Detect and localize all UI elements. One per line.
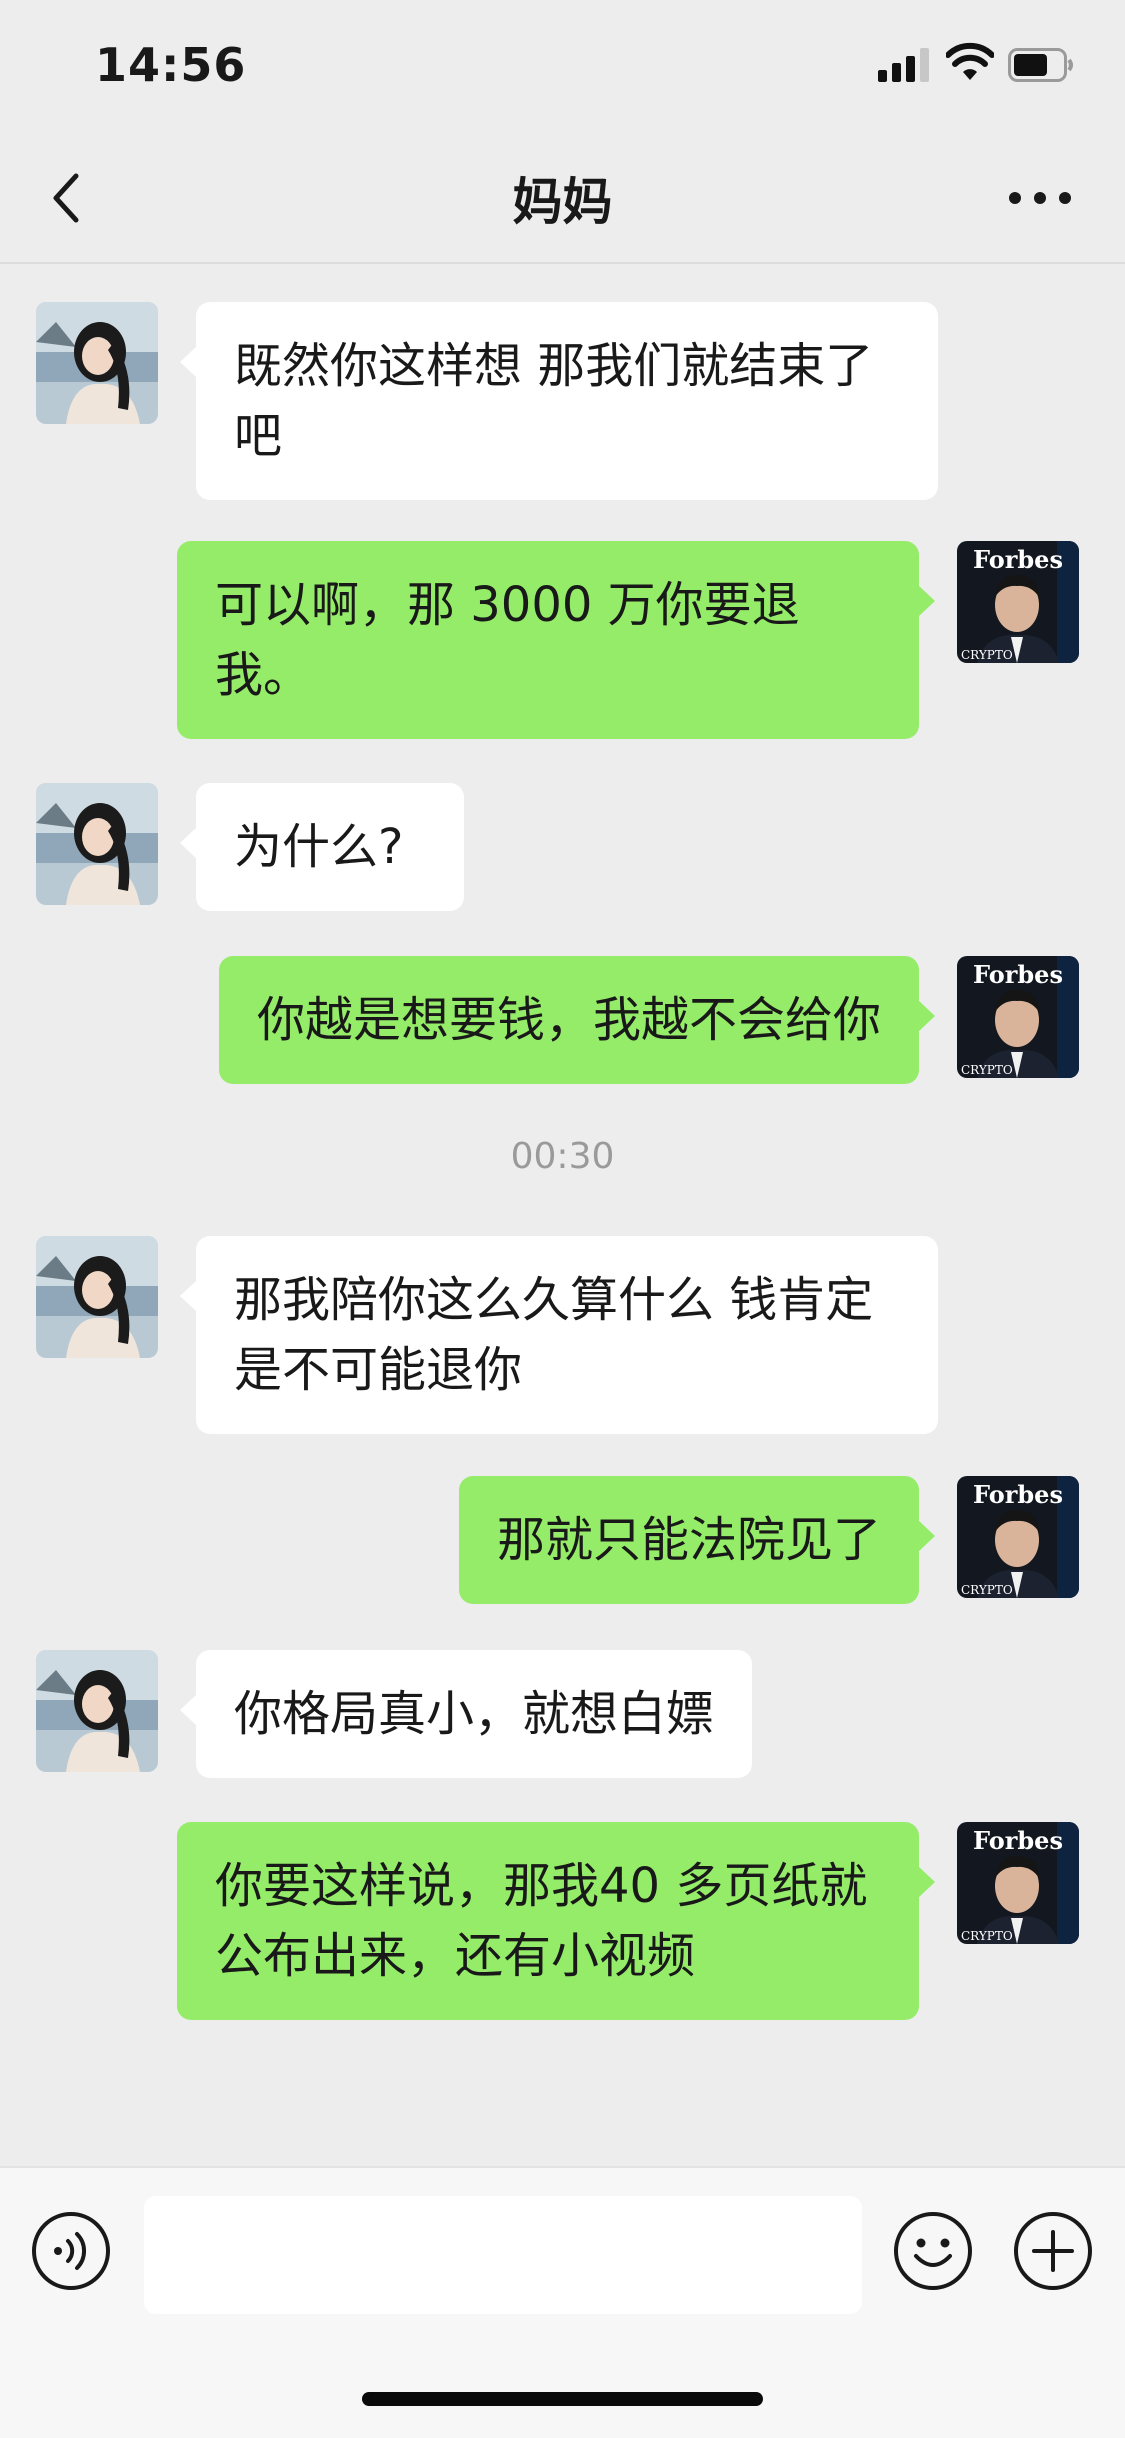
status-bar: 14:56	[0, 0, 1125, 132]
cover-subtitle: CRYPTO	[961, 1063, 1013, 1077]
message-bubble-incoming[interactable]: 为什么?	[180, 783, 464, 911]
status-time: 14:56	[95, 38, 247, 92]
cover-subtitle: CRYPTO	[961, 1583, 1013, 1597]
self-avatar[interactable]: Forbes CRYPTO	[957, 1822, 1079, 1944]
message-bubble-outgoing[interactable]: 可以啊，那 3000 万你要退我。	[177, 541, 935, 739]
chat-title: 妈妈	[512, 173, 613, 231]
message-bubble-outgoing[interactable]: 你越是想要钱，我越不会给你	[219, 956, 935, 1084]
self-avatar[interactable]: Forbes CRYPTO	[957, 1476, 1079, 1598]
cover-subtitle: CRYPTO	[961, 1929, 1013, 1943]
cellular-signal-icon	[878, 48, 932, 82]
home-indicator[interactable]	[362, 2392, 763, 2406]
message-bubble-incoming[interactable]: 你格局真小，就想白嫖	[180, 1650, 752, 1778]
message-input[interactable]	[144, 2196, 862, 2314]
cover-title: Forbes	[973, 1826, 1063, 1855]
voice-icon[interactable]	[30, 2210, 112, 2292]
cover-subtitle: CRYPTO	[961, 648, 1013, 662]
contact-avatar[interactable]	[36, 1650, 158, 1772]
contact-avatar[interactable]	[36, 1236, 158, 1358]
more-dots-icon[interactable]	[1005, 168, 1075, 228]
contact-avatar[interactable]	[36, 783, 158, 905]
self-avatar[interactable]: Forbes CRYPTO	[957, 956, 1079, 1078]
contact-avatar[interactable]	[36, 302, 158, 424]
message-bubble-outgoing[interactable]: 那就只能法院见了	[459, 1476, 935, 1604]
wifi-icon	[945, 42, 995, 82]
message-bubble-incoming[interactable]: 那我陪你这么久算什么 钱肯定是不可能退你	[180, 1236, 938, 1434]
plus-icon[interactable]	[1012, 2210, 1094, 2292]
self-avatar[interactable]: Forbes CRYPTO	[957, 541, 1079, 663]
message-bubble-outgoing[interactable]: 你要这样说，那我40 多页纸就公布出来，还有小视频	[177, 1822, 935, 2020]
battery-icon	[1008, 48, 1074, 82]
message-timestamp: 00:30	[510, 1136, 615, 1177]
message-bubble-incoming[interactable]: 既然你这样想 那我们就结束了吧	[180, 302, 938, 500]
chat-header: 妈妈	[0, 132, 1125, 264]
cover-title: Forbes	[973, 1480, 1063, 1509]
emoji-icon[interactable]	[892, 2210, 974, 2292]
cover-title: Forbes	[973, 960, 1063, 989]
cover-title: Forbes	[973, 545, 1063, 574]
